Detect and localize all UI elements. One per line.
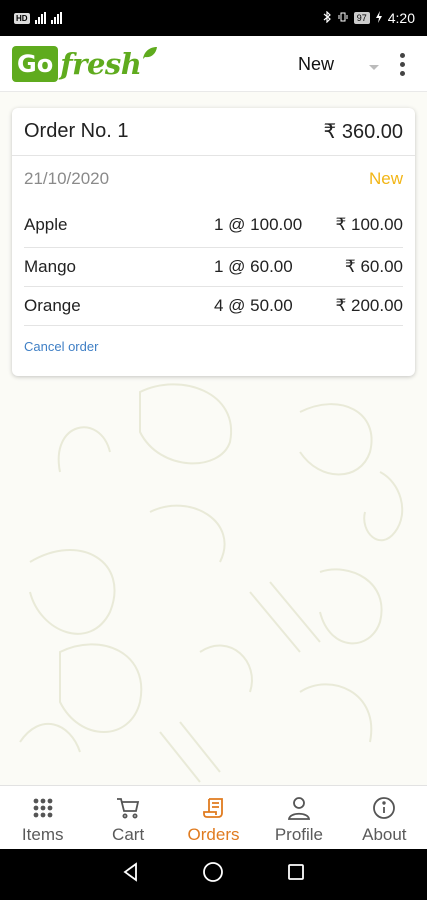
- leaf-icon: [142, 46, 158, 65]
- signal-icon-2: [50, 12, 62, 24]
- hd-badge: HD: [14, 12, 30, 24]
- app-bar: Go fresh New: [0, 36, 427, 92]
- battery-indicator: 97: [353, 12, 370, 24]
- item-quantity: 4 @ 50.00: [214, 296, 293, 315]
- info-icon: [372, 795, 396, 821]
- clock: 4:20: [387, 10, 415, 26]
- item-name: Orange: [24, 296, 81, 315]
- tab-about[interactable]: About: [342, 786, 427, 849]
- order-date: 21/10/2020: [24, 169, 110, 188]
- tab-label: Items: [21, 825, 64, 844]
- back-icon[interactable]: [121, 862, 141, 887]
- item-amount: ₹ 100.00: [335, 214, 403, 234]
- tab-cart[interactable]: Cart: [85, 786, 170, 849]
- tab-label: Cart: [112, 825, 145, 844]
- grid-icon: [32, 795, 54, 821]
- order-status: New: [368, 169, 403, 188]
- status-filter-dropdown[interactable]: New: [282, 48, 382, 80]
- item-amount: ₹ 200.00: [335, 296, 403, 315]
- tab-profile[interactable]: Profile: [256, 786, 341, 849]
- order-item-row: Orange 4 @ 50.00 ₹ 200.00: [24, 287, 403, 326]
- tab-label: Profile: [274, 825, 324, 844]
- order-header: Order No. 1 ₹ 360.00: [12, 108, 415, 156]
- logo-fresh: fresh: [60, 46, 142, 81]
- order-item-row: Apple 1 @ 100.00 ₹ 100.00: [24, 202, 403, 248]
- signal-icon: [34, 12, 46, 24]
- bluetooth-icon: [322, 10, 332, 26]
- charging-icon: [375, 10, 383, 26]
- status-filter-value: New: [298, 53, 335, 74]
- cancel-order-link[interactable]: Cancel order: [24, 339, 98, 354]
- logo-go: Go: [12, 45, 59, 82]
- tab-label: About: [362, 825, 407, 844]
- gofresh-logo: Go fresh: [12, 45, 158, 83]
- order-total: ₹ 360.00: [323, 121, 403, 143]
- vibrate-icon: [337, 11, 349, 26]
- tab-items[interactable]: Items: [0, 786, 85, 849]
- order-title: Order No. 1: [24, 120, 129, 142]
- tab-orders[interactable]: Orders: [171, 786, 256, 849]
- item-amount: ₹ 60.00: [344, 257, 403, 276]
- item-quantity: 1 @ 60.00: [214, 257, 293, 276]
- cart-icon: [116, 795, 140, 821]
- recents-icon[interactable]: [286, 862, 306, 887]
- order-meta: 21/10/2020 New: [12, 156, 415, 202]
- order-card[interactable]: Order No. 1 ₹ 360.00 21/10/2020 New Appl…: [12, 108, 415, 376]
- home-icon[interactable]: [202, 861, 224, 888]
- system-nav-bar: [0, 849, 427, 900]
- item-quantity: 1 @ 100.00: [214, 214, 303, 234]
- dropdown-arrow-icon: [368, 56, 380, 77]
- status-bar: HD 97 4:20: [0, 0, 427, 36]
- receipt-icon: [202, 795, 226, 821]
- bottom-tab-bar: Items Cart Orders Profile About: [0, 785, 427, 849]
- person-icon: [287, 795, 311, 821]
- item-name: Mango: [24, 257, 76, 276]
- tab-label: Orders: [187, 825, 240, 844]
- more-options-icon[interactable]: [390, 48, 414, 80]
- order-item-row: Mango 1 @ 60.00 ₹ 60.00: [24, 248, 403, 287]
- item-name: Apple: [24, 214, 68, 234]
